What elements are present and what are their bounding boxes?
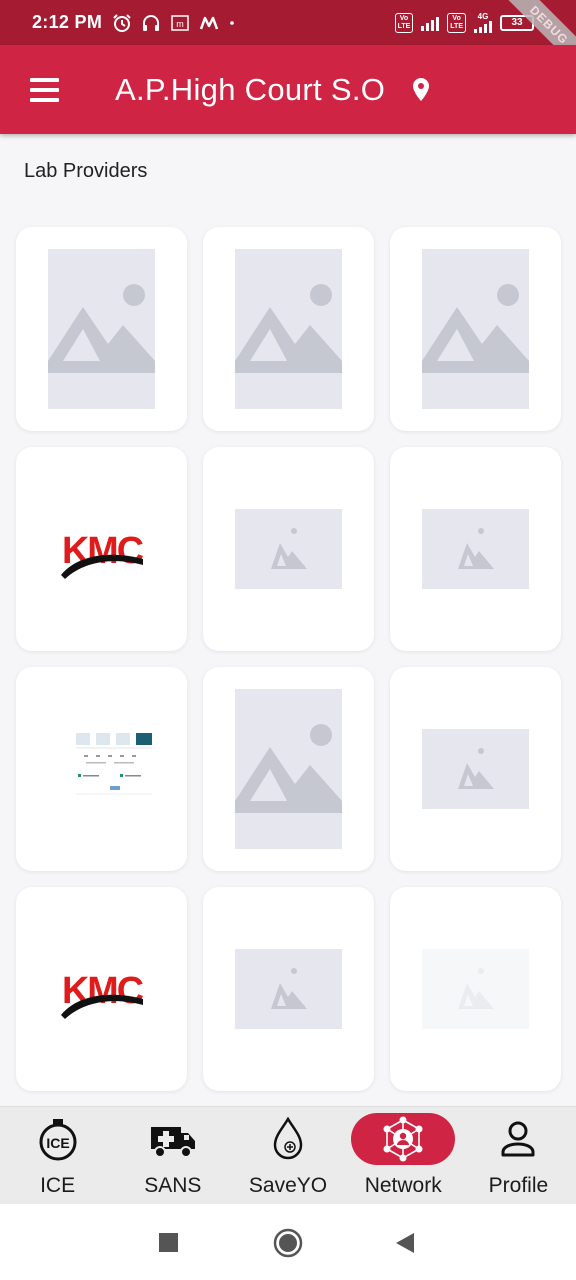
bottom-navigation: ICE ICE SANS SaveYO Network Profile [0,1106,576,1204]
volte-1-icon: Vo LTE [394,12,414,33]
nav-label-profile: Profile [488,1174,549,1197]
image-placeholder-icon [422,949,529,1029]
provider-card[interactable] [203,227,374,431]
provider-screenshot-image [74,729,154,799]
nav-item-saveyo[interactable]: SaveYO [230,1107,345,1204]
system-navigation-bar [0,1204,576,1280]
provider-card[interactable] [390,667,561,871]
status-right-icons: Vo LTE Vo LTE 4G 33 [394,0,534,45]
nav-label-sans: SANS [144,1174,202,1197]
m-app-icon: m [171,14,189,31]
person-icon [495,1117,541,1161]
ice-icon: ICE [35,1117,81,1161]
kmc-logo: KMC [59,963,146,1023]
image-placeholder-icon [235,689,342,849]
dot-icon [230,20,234,25]
nav-item-profile[interactable]: Profile [461,1107,576,1204]
myntra-icon [199,16,219,29]
svg-text:m: m [176,19,184,29]
svg-text:ICE: ICE [46,1135,69,1151]
battery-level: 33 [511,16,523,28]
volte-2-icon: Vo LTE [447,12,466,33]
headset-icon [143,14,160,31]
image-placeholder-icon [422,729,529,809]
provider-card[interactable] [390,447,561,651]
image-placeholder-icon [235,509,342,589]
kmc-logo: KMC [59,523,146,583]
image-placeholder-icon [235,249,342,409]
provider-card[interactable] [16,227,187,431]
status-time: 2:12 PM [32,12,103,32]
nav-label-network: Network [364,1174,442,1197]
provider-card[interactable]: KMC [16,887,187,1091]
back-triangle-icon[interactable] [390,1228,420,1258]
signal-2-icon [474,20,492,33]
network-4g: 4G [474,11,492,33]
image-placeholder-icon [48,249,155,409]
provider-card[interactable] [16,667,187,871]
provider-card[interactable]: KMC [16,447,187,651]
provider-card[interactable] [390,227,561,431]
lab-providers-grid: KMC KMC [16,227,561,1091]
signal-1-icon [421,15,440,31]
network-type: 4G [477,11,489,21]
status-left-icons: m [112,13,236,33]
ambulance-icon [150,1117,196,1161]
image-placeholder-icon [422,509,529,589]
network-icon [351,1113,456,1165]
recents-square-icon[interactable] [154,1228,184,1258]
home-circle-icon[interactable] [272,1228,303,1258]
nav-label-saveyo: SaveYO [248,1174,328,1197]
image-placeholder-icon [422,249,529,409]
image-placeholder-icon [235,949,342,1029]
provider-card[interactable] [390,887,561,1091]
nav-item-network[interactable]: Network [346,1107,461,1204]
location-pin-icon[interactable] [405,75,437,107]
section-title: Lab Providers [24,160,148,182]
alarm-icon [113,13,131,32]
nav-label-ice: ICE [40,1174,76,1197]
hamburger-menu-icon[interactable] [26,72,62,108]
nav-item-ice[interactable]: ICE ICE [0,1107,115,1204]
app-bar: A.P.High Court S.O [0,45,576,134]
provider-card[interactable] [203,667,374,871]
blood-drop-icon [265,1116,311,1161]
provider-card[interactable] [203,887,374,1091]
status-bar: 2:12 PM m Vo LTE Vo LTE 4G 33 DEBUG [0,0,576,45]
nav-item-sans[interactable]: SANS [115,1107,230,1204]
provider-card[interactable] [203,447,374,651]
page-title: A.P.High Court S.O [115,72,386,107]
